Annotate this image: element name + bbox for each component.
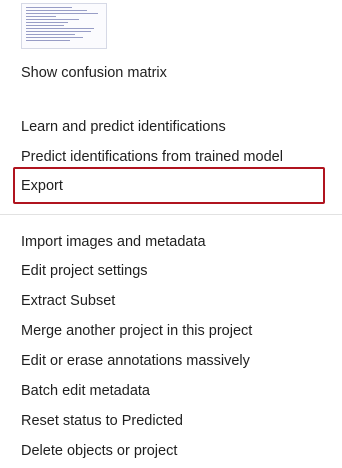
menu-divider — [0, 214, 342, 215]
menu-item-reset-status-to-predicted[interactable]: Reset status to Predicted — [21, 412, 183, 430]
menu-item-show-confusion-matrix[interactable]: Show confusion matrix — [21, 64, 167, 82]
menu-item-edit-project-settings[interactable]: Edit project settings — [21, 262, 148, 280]
menu-item-extract-subset[interactable]: Extract Subset — [21, 292, 115, 310]
menu-item-edit-erase-annotations[interactable]: Edit or erase annotations massively — [21, 352, 250, 370]
menu-item-export[interactable]: Export — [21, 177, 63, 195]
confusion-matrix-thumbnail — [21, 3, 107, 49]
menu-item-learn-and-predict[interactable]: Learn and predict identifications — [21, 118, 226, 136]
menu-item-merge-project[interactable]: Merge another project in this project — [21, 322, 252, 340]
menu-item-batch-edit-metadata[interactable]: Batch edit metadata — [21, 382, 150, 400]
menu-item-predict-from-trained-model[interactable]: Predict identifications from trained mod… — [21, 148, 283, 166]
menu-item-delete-objects-or-project[interactable]: Delete objects or project — [21, 442, 177, 460]
menu-item-import-images-and-metadata[interactable]: Import images and metadata — [21, 233, 206, 251]
